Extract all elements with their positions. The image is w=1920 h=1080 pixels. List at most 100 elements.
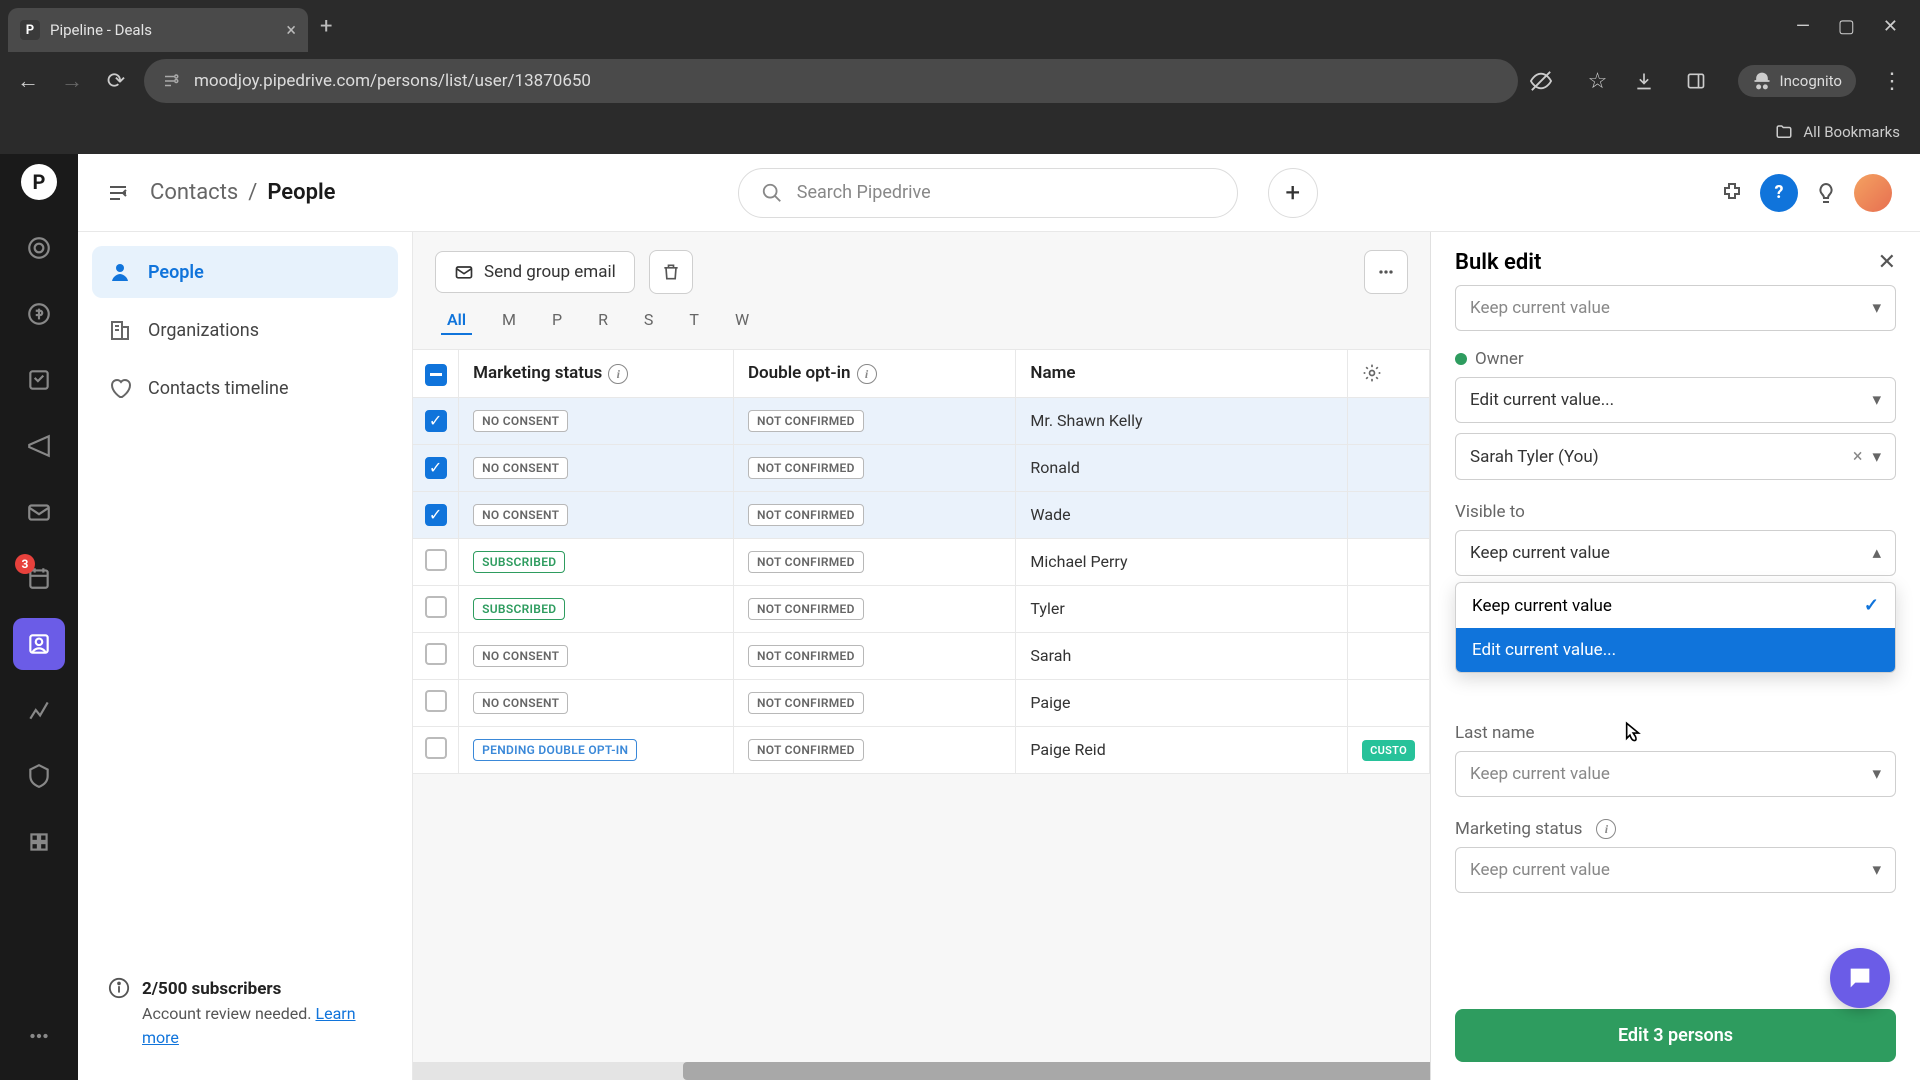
maximize-icon[interactable]: ▢ — [1838, 16, 1855, 37]
close-icon[interactable]: ✕ — [1878, 250, 1896, 275]
url-bar[interactable]: moodjoy.pipedrive.com/persons/list/user/… — [144, 59, 1518, 103]
info-icon[interactable]: i — [608, 364, 628, 384]
rail-mail-icon[interactable] — [13, 486, 65, 538]
info-icon[interactable]: i — [857, 364, 877, 384]
rail-more-icon[interactable] — [13, 1010, 65, 1062]
rail-products-icon[interactable] — [13, 750, 65, 802]
table-row[interactable]: SUBSCRIBEDNOT CONFIRMEDMichael Perry — [413, 538, 1430, 585]
table-row[interactable]: NO CONSENTNOT CONFIRMEDSarah — [413, 632, 1430, 679]
dropdown-option-edit[interactable]: Edit current value... — [1456, 628, 1895, 672]
extensions-icon[interactable] — [1720, 181, 1744, 205]
mail-icon — [454, 262, 474, 282]
sidepanel-icon[interactable] — [1686, 71, 1718, 91]
table-row[interactable]: SUBSCRIBEDNOT CONFIRMEDTyler — [413, 585, 1430, 632]
menu-icon[interactable]: ⋮ — [1876, 69, 1908, 94]
scroll-thumb[interactable] — [683, 1062, 1430, 1080]
col-marketing-status[interactable]: Marketing statusi — [459, 350, 734, 397]
select-owner-mode[interactable]: Edit current value...▾ — [1455, 377, 1896, 423]
row-checkbox[interactable] — [425, 690, 447, 712]
rail-deals-icon[interactable] — [13, 288, 65, 340]
sidebar-item-timeline[interactable]: Contacts timeline — [92, 362, 398, 414]
contact-name: Tyler — [1016, 585, 1348, 632]
alpha-filter[interactable]: T — [683, 306, 705, 335]
col-settings[interactable] — [1348, 350, 1430, 397]
row-checkbox[interactable] — [425, 737, 447, 759]
table-row[interactable]: ✓NO CONSENTNOT CONFIRMEDRonald — [413, 444, 1430, 491]
alpha-filter[interactable]: W — [729, 306, 755, 335]
select-owner-value[interactable]: Sarah Tyler (You) ×▾ — [1455, 433, 1896, 480]
alpha-filter[interactable]: M — [496, 306, 522, 335]
row-checkbox[interactable] — [425, 596, 447, 618]
eye-off-icon[interactable] — [1530, 70, 1562, 92]
chat-fab[interactable] — [1830, 948, 1890, 1008]
rail-insights-icon[interactable] — [13, 684, 65, 736]
alpha-filter[interactable]: All — [441, 306, 472, 335]
rail-campaigns-icon[interactable] — [13, 420, 65, 472]
alpha-filter[interactable]: S — [638, 306, 660, 335]
col-name[interactable]: Name — [1016, 350, 1348, 397]
star-icon[interactable]: ☆ — [1582, 69, 1614, 94]
all-bookmarks-link[interactable]: All Bookmarks — [1803, 123, 1900, 141]
sidebar-item-organizations[interactable]: Organizations — [92, 304, 398, 356]
sidebar-item-people[interactable]: People — [92, 246, 398, 298]
table-scroll[interactable]: Marketing statusi Double opt-ini Name ✓N… — [413, 349, 1430, 1062]
rail-marketplace-icon[interactable] — [13, 816, 65, 868]
table-row[interactable]: ✓NO CONSENTNOT CONFIRMEDMr. Shawn Kelly — [413, 397, 1430, 444]
breadcrumb-parent[interactable]: Contacts — [150, 180, 238, 205]
info-icon[interactable]: i — [1596, 819, 1616, 839]
table-row[interactable]: PENDING DOUBLE OPT-INNOT CONFIRMEDPaige … — [413, 726, 1430, 773]
row-checkbox[interactable]: ✓ — [425, 410, 447, 432]
help-button[interactable]: ? — [1760, 174, 1798, 212]
reload-icon[interactable]: ⟳ — [100, 69, 132, 94]
delete-button[interactable] — [649, 250, 693, 294]
select-top[interactable]: Keep current value▾ — [1455, 285, 1896, 331]
dropdown-option-keep[interactable]: Keep current value ✓ — [1456, 583, 1895, 628]
col-double-opt-in[interactable]: Double opt-ini — [733, 350, 1015, 397]
select-lastname[interactable]: Keep current value▾ — [1455, 751, 1896, 797]
submit-button[interactable]: Edit 3 persons — [1455, 1009, 1896, 1062]
horizontal-scrollbar[interactable] — [413, 1062, 1430, 1080]
rail-contacts-icon[interactable] — [13, 618, 65, 670]
select-visible[interactable]: Keep current value▴ — [1455, 530, 1896, 576]
alpha-filter[interactable]: R — [592, 306, 614, 335]
more-options-button[interactable] — [1364, 250, 1408, 294]
site-settings-icon[interactable] — [162, 72, 180, 90]
close-icon[interactable]: × — [286, 20, 296, 41]
rail-projects-icon[interactable] — [13, 354, 65, 406]
contact-name: Sarah — [1016, 632, 1348, 679]
close-window-icon[interactable]: ✕ — [1883, 16, 1898, 37]
chevron-down-icon: ▾ — [1872, 860, 1881, 880]
rail-target-icon[interactable] — [13, 222, 65, 274]
send-group-email-button[interactable]: Send group email — [435, 251, 635, 293]
notice-title: 2/500 subscribers — [142, 977, 382, 1003]
nav-row: ← → ⟳ moodjoy.pipedrive.com/persons/list… — [0, 52, 1920, 110]
browser-tab[interactable]: P Pipeline - Deals × — [8, 8, 308, 52]
new-tab-button[interactable]: + — [320, 14, 332, 39]
marketing-status-pill: NO CONSENT — [473, 457, 568, 479]
field-visible-to: Visible to Keep current value▴ Keep curr… — [1455, 502, 1896, 673]
row-checkbox[interactable]: ✓ — [425, 504, 447, 526]
row-checkbox[interactable] — [425, 643, 447, 665]
alpha-filter[interactable]: P — [546, 306, 568, 335]
row-checkbox[interactable] — [425, 549, 447, 571]
breadcrumb-current: People — [267, 180, 335, 205]
back-icon[interactable]: ← — [12, 68, 44, 94]
rail-activities-icon[interactable]: 3 — [13, 552, 65, 604]
incognito-indicator[interactable]: Incognito — [1738, 65, 1856, 97]
clear-icon[interactable]: × — [1853, 446, 1863, 467]
avatar[interactable] — [1854, 174, 1892, 212]
minimize-icon[interactable]: — — [1796, 16, 1810, 37]
row-checkbox[interactable]: ✓ — [425, 457, 447, 479]
check-icon: ✓ — [1864, 595, 1879, 616]
sidebar-toggle-icon[interactable] — [106, 181, 130, 205]
search-input[interactable]: Search Pipedrive — [738, 168, 1238, 218]
select-all-checkbox[interactable] — [425, 364, 447, 386]
table-row[interactable]: NO CONSENTNOT CONFIRMEDPaige — [413, 679, 1430, 726]
topbar: Contacts / People Search Pipedrive + ? — [78, 154, 1920, 232]
download-icon[interactable] — [1634, 71, 1666, 91]
logo[interactable]: P — [21, 164, 57, 200]
select-mkt[interactable]: Keep current value▾ — [1455, 847, 1896, 893]
bulb-icon[interactable] — [1814, 181, 1838, 205]
add-button[interactable]: + — [1268, 168, 1318, 218]
table-row[interactable]: ✓NO CONSENTNOT CONFIRMEDWade — [413, 491, 1430, 538]
